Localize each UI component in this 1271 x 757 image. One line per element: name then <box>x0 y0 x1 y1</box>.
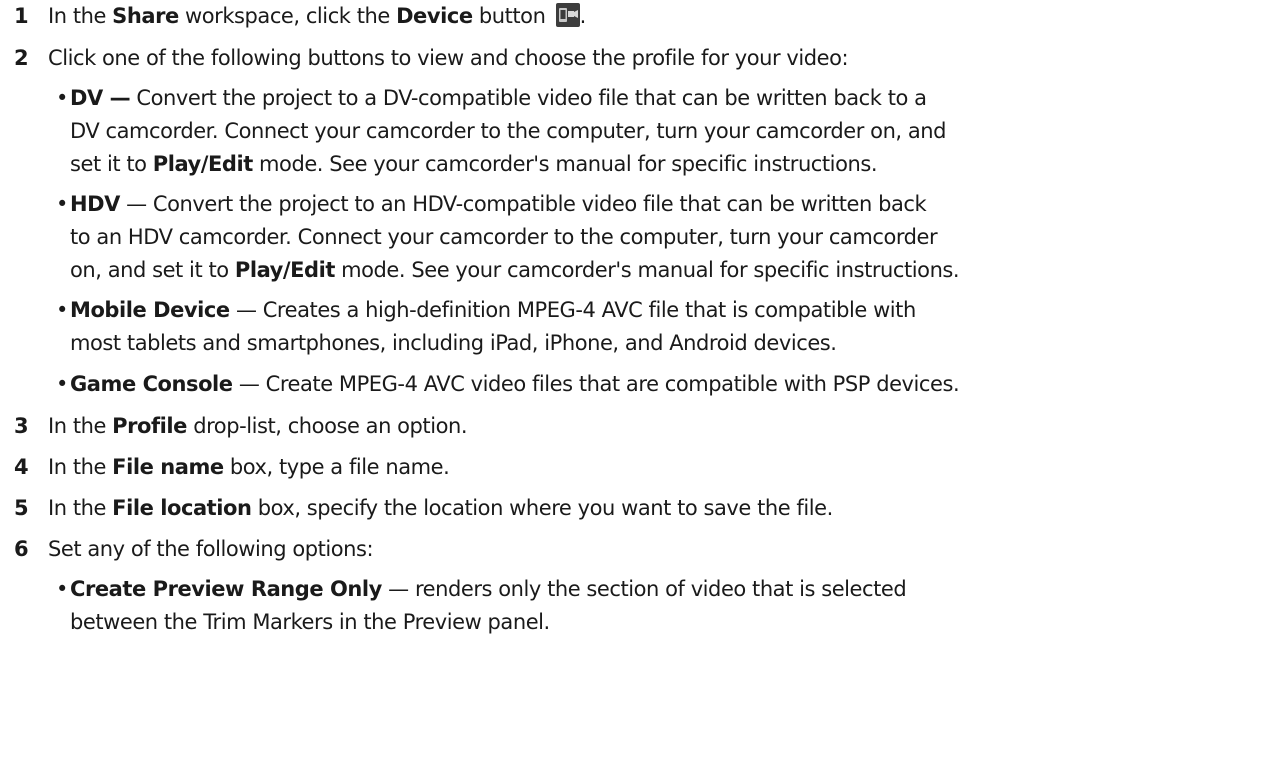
term-create-preview-range-only: Create Preview Range Only <box>70 577 382 601</box>
term-file-name: File name <box>112 455 224 479</box>
step-text: In the Profile drop-list, choose an opti… <box>48 414 468 438</box>
step-text: Click one of the following buttons to vi… <box>48 46 849 70</box>
step-text: In the File location box, specify the lo… <box>48 496 833 520</box>
step-text: In the File name box, type a file name. <box>48 455 450 479</box>
step-number: 1 <box>14 4 29 28</box>
step-number: 4 <box>14 455 29 479</box>
device-icon <box>555 3 580 27</box>
bullet-mark: • <box>56 192 68 216</box>
bullet-mark: • <box>56 86 68 110</box>
term-dv: DV — <box>70 86 131 110</box>
step-number: 2 <box>14 46 29 70</box>
term-play-edit: Play/Edit <box>234 258 335 282</box>
bullet-mark: • <box>56 577 68 601</box>
term-hdv: HDV <box>70 192 120 216</box>
bullet-mark: • <box>56 372 68 396</box>
term-play-edit: Play/Edit <box>152 152 253 176</box>
step-number: 3 <box>14 414 29 438</box>
step-number: 6 <box>14 537 29 561</box>
step-text: Set any of the following options: <box>48 537 374 561</box>
step-text: In the Share workspace, click the Device… <box>48 3 586 28</box>
term-file-location: File location <box>112 496 252 520</box>
document-page: 1 In the Share workspace, click the Devi… <box>0 0 1271 757</box>
term-profile: Profile <box>112 414 187 438</box>
bullet-mark: • <box>56 298 68 322</box>
term-game-console: Game Console <box>70 372 233 396</box>
term-device: Device <box>396 4 473 28</box>
term-share: Share <box>112 4 179 28</box>
step-number: 5 <box>14 496 29 520</box>
term-mobile-device: Mobile Device <box>70 298 230 322</box>
